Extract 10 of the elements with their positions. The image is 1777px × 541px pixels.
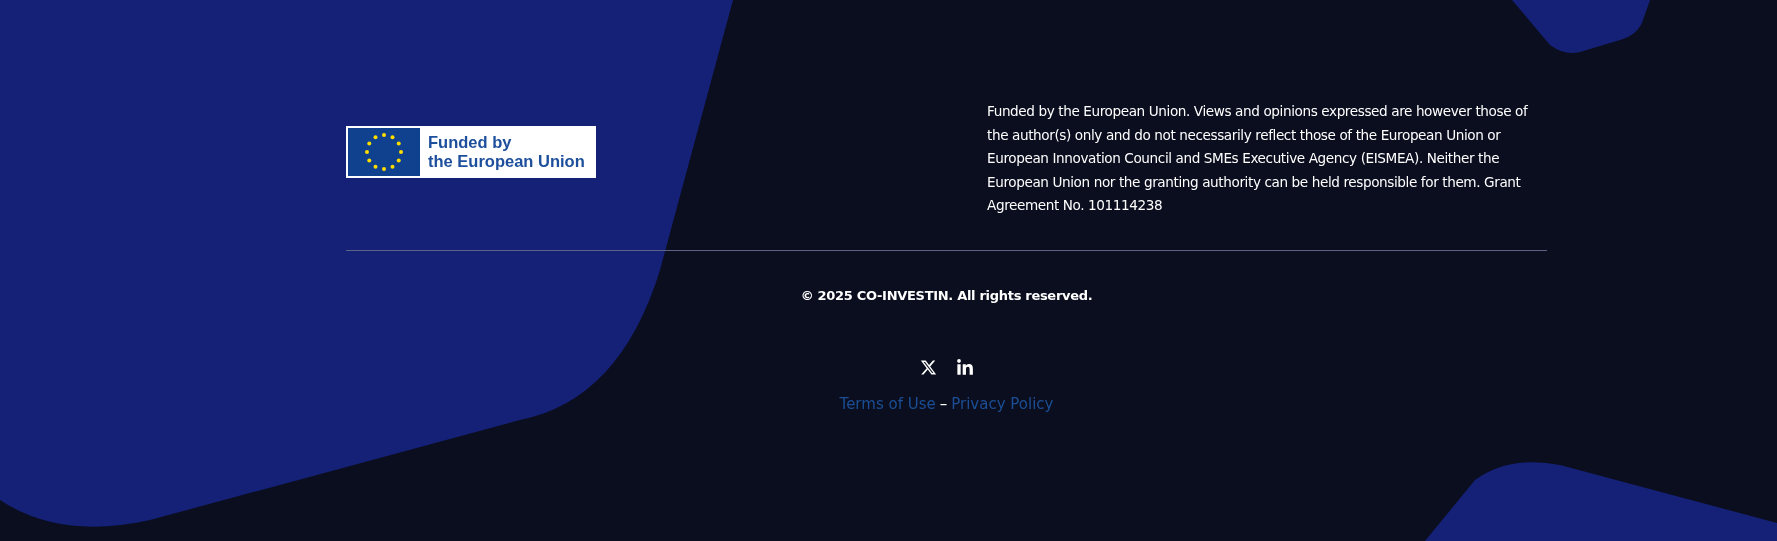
linkedin-icon[interactable] — [955, 358, 974, 377]
logo-text: the European Union — [428, 152, 585, 171]
x-icon[interactable] — [919, 358, 938, 377]
link-separator: – — [939, 394, 948, 413]
logo-text: Funded by — [428, 133, 513, 152]
funding-disclaimer: Funded by the European Union. Views and opinions expressed are however those of the author(s) only and do not necessarily reflect those of the European Union or European Innovation Council and SMEs Executive Agency (EISMEA). Neither the European Union nor the granting authority can be held responsible for them. Grant Agreement No. 101114238 — [987, 102, 1529, 215]
legal-link[interactable]: Terms of Use — [839, 394, 936, 413]
eu-flag-icon — [348, 128, 420, 176]
copyright-text: © 2025 CO-INVESTIN. All rights reserved. — [800, 287, 1093, 303]
legal-link[interactable]: Privacy Policy — [951, 394, 1054, 413]
